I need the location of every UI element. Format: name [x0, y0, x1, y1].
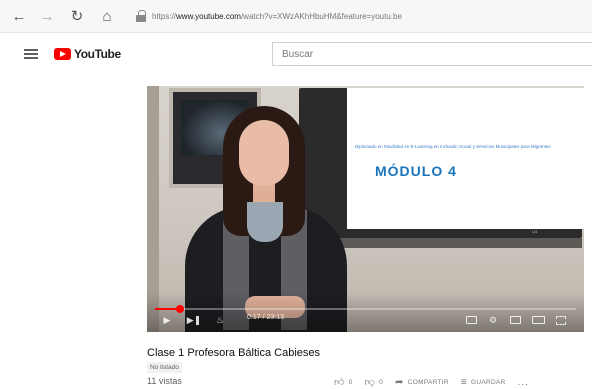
search-input[interactable]: Buscar — [272, 42, 592, 66]
url-path: /watch?v=XWzAKhHbuHM&feature=youtu.be — [240, 11, 402, 21]
video-player[interactable]: Diplomado en Movilidad en E-Learning en … — [147, 86, 584, 332]
logo-text: YouTube — [74, 47, 121, 61]
forward-arrow-icon[interactable]: → — [36, 5, 58, 27]
share-button[interactable]: ➦ COMPARTIR — [395, 377, 449, 388]
presenter-top — [247, 202, 283, 242]
controls-overlay — [147, 292, 584, 332]
youtube-header: YouTube Buscar — [0, 33, 592, 75]
address-bar[interactable]: https://www.youtube.com/watch?v=XWzAKhHb… — [136, 5, 402, 27]
more-actions-icon[interactable]: ... — [518, 377, 529, 388]
theater-icon[interactable] — [531, 314, 545, 326]
youtube-logo[interactable]: YouTube — [54, 47, 121, 61]
url-prefix: https:// — [152, 11, 177, 21]
menu-icon[interactable] — [24, 49, 38, 59]
url-host: www.youtube.com — [176, 11, 241, 21]
play-icon[interactable]: ▶ — [161, 314, 173, 326]
thumbs-up-icon: 👍︎ — [334, 377, 345, 388]
tv-brand: LG — [532, 229, 538, 234]
youtube-play-icon — [54, 48, 71, 60]
save-button[interactable]: ≡ GUARDAR — [461, 377, 506, 388]
lock-icon — [136, 10, 146, 22]
back-arrow-icon[interactable]: ← — [8, 5, 30, 27]
thumbs-down-icon: 👎︎ — [364, 377, 376, 388]
playlist-add-icon: ≡ — [460, 376, 467, 388]
fullscreen-icon[interactable] — [555, 314, 567, 326]
settings-icon[interactable]: ⚙ — [487, 314, 499, 326]
share-icon: ➦ — [395, 376, 404, 388]
dislike-count: 0 — [379, 378, 384, 386]
reload-icon[interactable]: ↻ — [66, 5, 88, 27]
slide-text: Diplomado en Movilidad en E-Learning en … — [355, 144, 551, 149]
dislike-button[interactable]: 👎︎ 0 — [365, 376, 383, 388]
volume-icon[interactable]: ♨ — [213, 314, 227, 326]
video-actions: 👍︎ 0 👎︎ 0 ➦ COMPARTIR ≡ GUARDAR ... — [334, 376, 529, 389]
next-icon[interactable]: ▶❚ — [187, 314, 201, 326]
like-button[interactable]: 👍︎ 0 — [334, 376, 353, 388]
tv-screen: Diplomado en Movilidad en E-Learning en … — [347, 88, 584, 234]
subtitles-icon[interactable] — [465, 314, 477, 326]
slide-title: MÓDULO 4 — [375, 163, 457, 179]
time-display: 0:17 / 23:13 — [247, 314, 284, 321]
presenter-face — [239, 120, 289, 186]
unlisted-badge: No listado — [147, 362, 182, 373]
video-title: Clase 1 Profesora Báltica Cabieses — [147, 347, 321, 359]
view-count: 11 vistas — [147, 376, 182, 386]
search-placeholder: Buscar — [282, 48, 314, 60]
home-icon[interactable]: ⌂ — [96, 5, 118, 27]
browser-toolbar: ← → ↻ ⌂ https://www.youtube.com/watch?v=… — [0, 0, 592, 33]
save-label: GUARDAR — [470, 378, 506, 386]
progress-bar[interactable] — [155, 305, 576, 313]
miniplayer-icon[interactable] — [509, 314, 521, 326]
like-count: 0 — [348, 378, 353, 386]
share-label: COMPARTIR — [407, 378, 449, 386]
